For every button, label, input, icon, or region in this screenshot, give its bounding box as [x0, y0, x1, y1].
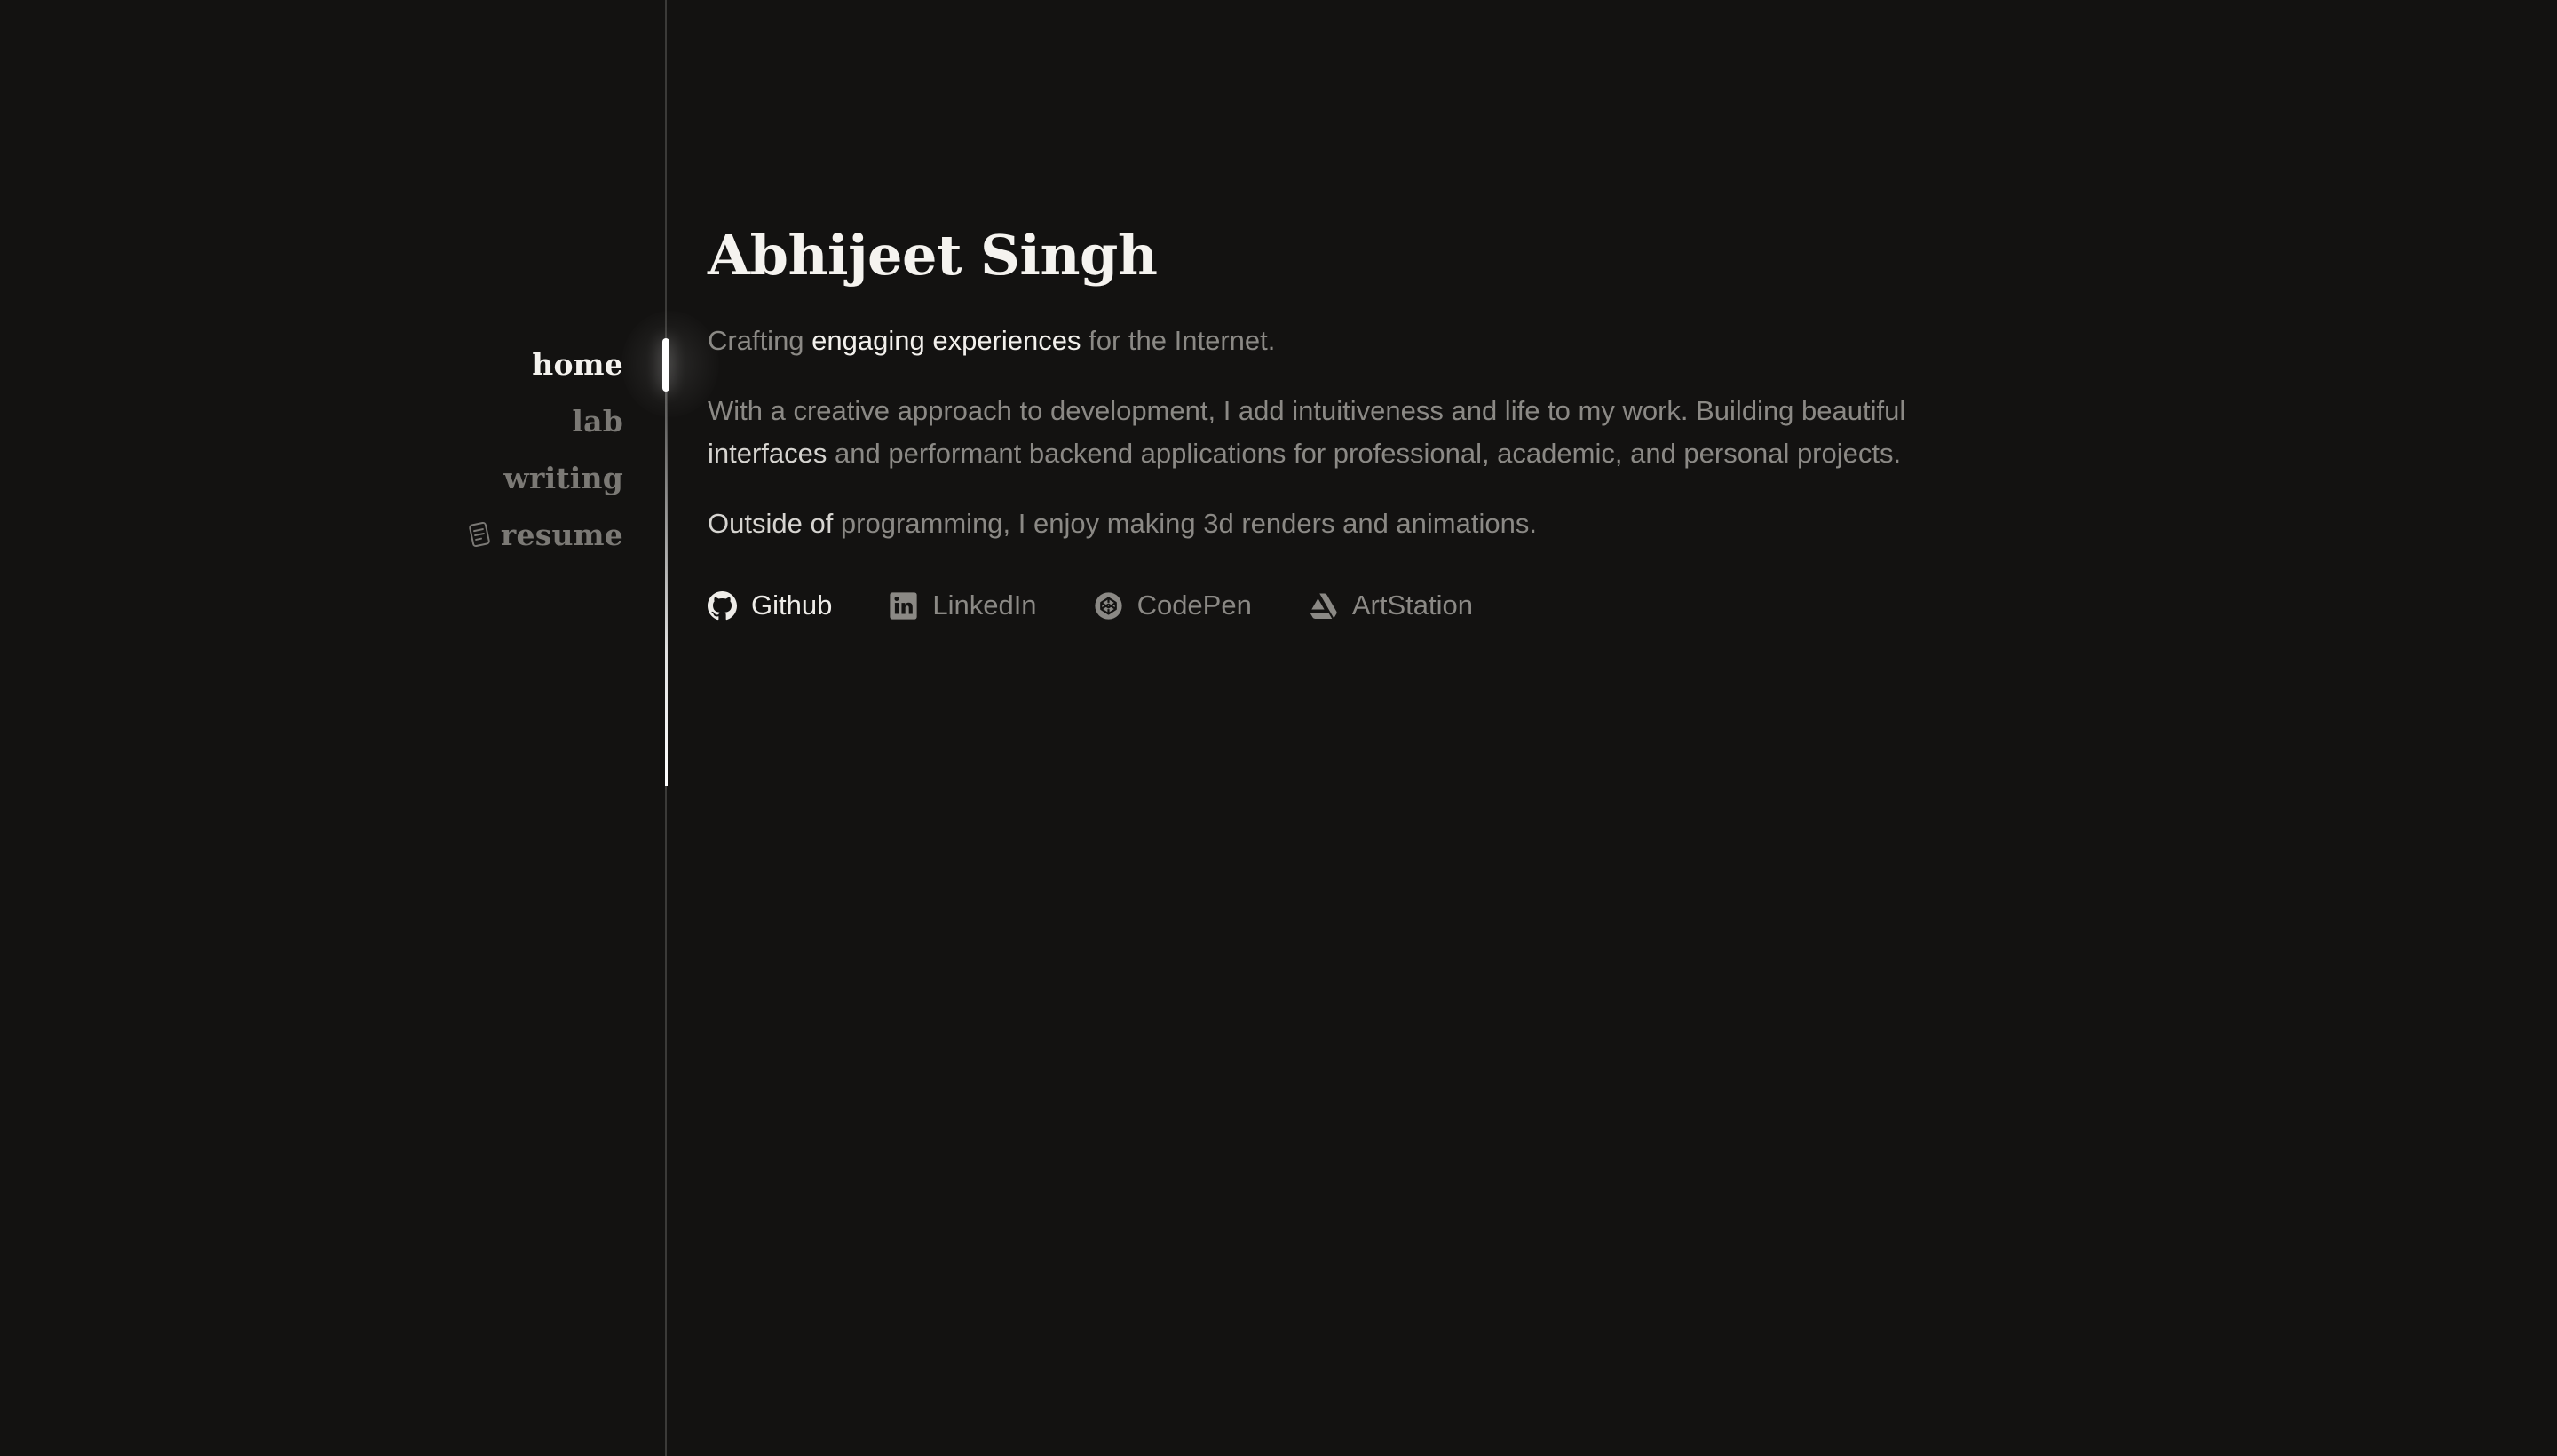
active-indicator-glow	[621, 311, 719, 417]
artstation-label: ArtStation	[1351, 590, 1473, 621]
bio-pre: With a creative approach to development,…	[708, 395, 1906, 426]
main-content: Abhijeet Singh Crafting engaging experie…	[708, 213, 2004, 621]
github-link[interactable]: Github	[708, 590, 832, 621]
outside-paragraph: Outside of programming, I enjoy making 3…	[708, 502, 2004, 545]
outside-post: programming, I enjoy making 3d renders a…	[833, 508, 1537, 539]
nav-item-label: lab	[572, 403, 623, 439]
linkedin-icon	[889, 591, 918, 621]
nav-item-label: resume	[500, 517, 623, 552]
bio-paragraph: With a creative approach to development,…	[708, 390, 2004, 475]
codepen-link[interactable]: CodePen	[1094, 590, 1252, 621]
codepen-label: CodePen	[1136, 590, 1252, 621]
tagline-post: for the Internet.	[1081, 325, 1276, 356]
codepen-icon	[1094, 591, 1123, 621]
page-title: Abhijeet Singh	[708, 223, 1158, 288]
nav-item-home[interactable]: home	[532, 336, 623, 392]
artstation-icon	[1309, 591, 1338, 621]
linkedin-link[interactable]: LinkedIn	[889, 590, 1037, 621]
tagline-emphasis: engaging experiences	[811, 325, 1081, 356]
linkedin-label: LinkedIn	[932, 590, 1037, 621]
active-nav-indicator	[662, 338, 669, 392]
tagline: Crafting engaging experiences for the In…	[708, 320, 2004, 362]
outside-emphasis: Outside of	[708, 508, 834, 539]
github-icon	[708, 590, 737, 621]
sidebar-nav: home lab writing resume	[467, 336, 623, 563]
document-icon	[467, 521, 492, 548]
github-label: Github	[751, 590, 833, 621]
nav-item-lab[interactable]: lab	[572, 392, 623, 449]
tagline-pre: Crafting	[708, 325, 812, 356]
bio-post: and performant backend applications for …	[827, 438, 1902, 469]
bio-emphasis: interfaces	[708, 438, 827, 469]
nav-item-label: writing	[503, 460, 623, 495]
social-links: Github LinkedIn CodePen ArtStation	[708, 590, 2004, 621]
nav-item-resume[interactable]: resume	[467, 506, 623, 563]
nav-item-writing[interactable]: writing	[503, 449, 623, 506]
artstation-link[interactable]: ArtStation	[1309, 590, 1473, 621]
nav-item-label: home	[532, 346, 623, 382]
